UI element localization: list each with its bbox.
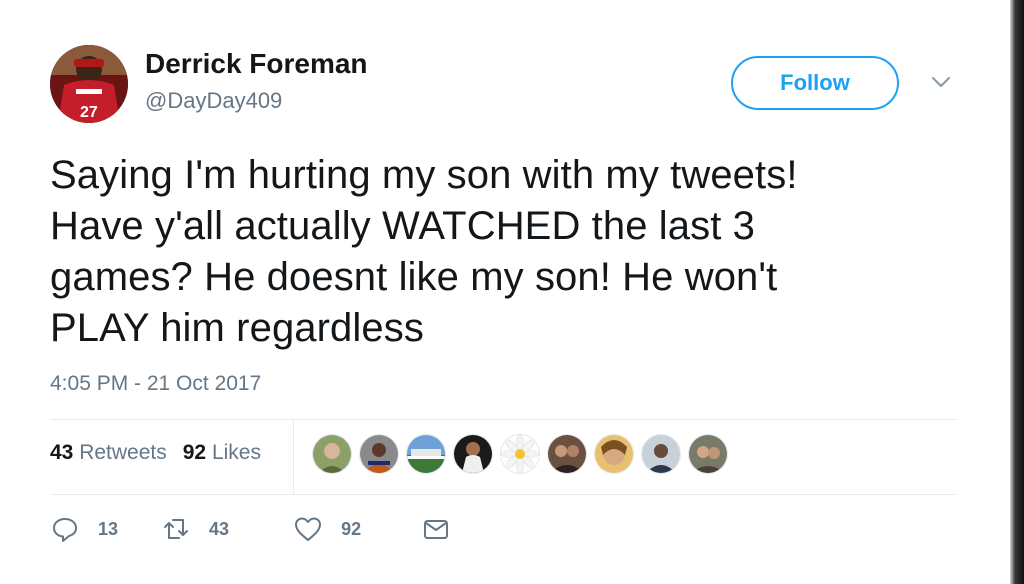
liker-avatar[interactable] xyxy=(500,434,540,474)
liker-avatar[interactable] xyxy=(453,434,493,474)
author-name[interactable]: Derrick Foreman xyxy=(145,48,368,80)
window-edge xyxy=(1010,0,1024,584)
likes-label: Likes xyxy=(211,441,261,464)
liker-avatar[interactable] xyxy=(359,434,399,474)
likes-stat[interactable]: 92 Likes xyxy=(183,441,261,465)
tweet-stats: 43 Retweets 92 Likes xyxy=(50,441,261,465)
liker-avatar[interactable] xyxy=(641,434,681,474)
direct-message-button[interactable] xyxy=(421,514,451,544)
svg-text:27: 27 xyxy=(80,104,98,121)
tweet-line: Saying I'm hurting my son with my tweets… xyxy=(50,153,798,197)
stats-divider xyxy=(293,420,294,494)
like-button[interactable]: 92 xyxy=(293,514,361,544)
divider xyxy=(50,494,956,495)
heart-icon xyxy=(295,517,322,541)
liker-avatar[interactable] xyxy=(312,434,352,474)
retweets-label: Retweets xyxy=(79,441,167,464)
liker-avatars xyxy=(312,434,728,474)
retweet-count: 43 xyxy=(209,518,230,539)
liker-avatar[interactable] xyxy=(594,434,634,474)
tweet-line: games? He doesnt like my son! He won't xyxy=(50,255,778,299)
reply-icon xyxy=(53,518,77,542)
chevron-down-icon[interactable] xyxy=(930,74,952,90)
reply-count: 13 xyxy=(98,518,119,539)
like-count: 92 xyxy=(341,518,362,539)
follow-button[interactable]: Follow xyxy=(731,56,899,110)
tweet-actions: 13 43 92 xyxy=(50,514,451,544)
retweet-button[interactable]: 43 xyxy=(161,514,229,544)
retweet-icon xyxy=(164,519,189,539)
reply-button[interactable]: 13 xyxy=(50,514,118,544)
likes-count: 92 xyxy=(182,441,207,464)
author-handle[interactable]: @DayDay409 xyxy=(145,88,282,114)
divider xyxy=(50,419,956,420)
retweets-stat[interactable]: 43 Retweets xyxy=(50,441,167,465)
tweet-line: PLAY him regardless xyxy=(50,306,424,350)
direct-message-icon xyxy=(424,520,449,539)
liker-avatar[interactable] xyxy=(406,434,446,474)
retweets-count: 43 xyxy=(50,441,74,464)
author-avatar[interactable]: 27 xyxy=(50,45,128,123)
liker-avatar[interactable] xyxy=(688,434,728,474)
tweet-line: Have y'all actually WATCHED the last 3 xyxy=(50,204,755,248)
tweet-text: Saying I'm hurting my son with my tweets… xyxy=(50,150,950,354)
tweet-timestamp[interactable]: 4:05 PM - 21 Oct 2017 xyxy=(50,372,261,396)
liker-avatar[interactable] xyxy=(547,434,587,474)
